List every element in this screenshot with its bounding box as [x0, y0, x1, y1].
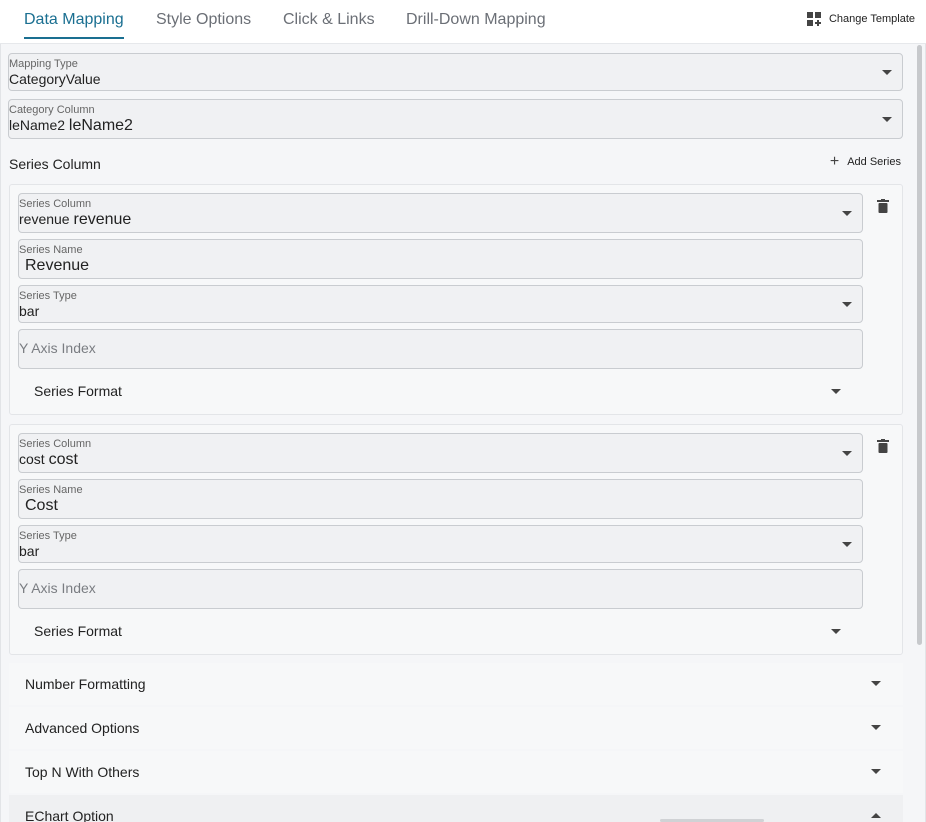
series-2-column-large: cost	[48, 451, 78, 468]
caret-down-icon	[842, 302, 852, 307]
mapping-type-label: Mapping Type	[9, 58, 78, 70]
tab-data-mapping[interactable]: Data Mapping	[24, 11, 124, 29]
series-2-format-toggle[interactable]: Series Format	[18, 610, 863, 650]
series-1-name-input[interactable]: Series Name Revenue	[18, 239, 863, 279]
series-column-title: Series Column	[9, 156, 101, 172]
series-1-format-label: Series Format	[34, 383, 122, 399]
caret-down-icon	[871, 725, 881, 730]
series-2-type-value: bar	[19, 543, 40, 559]
series-1-column-value: revenue revenue	[19, 211, 131, 228]
series-1-yaxis-input[interactable]: Y Axis Index	[18, 329, 863, 369]
caret-down-icon	[842, 542, 852, 547]
series-1-type-label: Series Type	[19, 290, 77, 302]
mapping-type-select[interactable]: Mapping Type CategoryValue	[8, 53, 903, 91]
series-1-format-toggle[interactable]: Series Format	[18, 370, 863, 410]
series-2-type-select[interactable]: Series Type bar	[18, 525, 863, 563]
series-1-name-value: Revenue	[25, 257, 89, 274]
series-1-type-value: bar	[19, 303, 40, 319]
caret-down-icon	[842, 451, 852, 456]
grid-plus-icon	[806, 12, 821, 26]
category-column-value: leName2 leName2	[9, 117, 133, 134]
echart-option-label: EChart Option	[25, 808, 114, 822]
category-column-label: Category Column	[9, 104, 95, 116]
vertical-scrollbar[interactable]	[917, 45, 922, 645]
series-2-type-label: Series Type	[19, 530, 77, 542]
series-2-column-small: cost	[19, 451, 45, 467]
category-column-value-large: leName2	[68, 117, 133, 134]
caret-down-icon	[842, 211, 852, 216]
top-n-label: Top N With Others	[25, 764, 140, 780]
caret-down-icon	[831, 389, 841, 394]
series-1-name-text: Revenue	[25, 257, 90, 274]
caret-down-icon	[882, 117, 892, 122]
tab-style-options[interactable]: Style Options	[156, 11, 251, 29]
trash-icon[interactable]	[877, 199, 889, 213]
series-2-name-input[interactable]: Series Name Cost	[18, 479, 863, 519]
series-2-yaxis-input[interactable]: Y Axis Index	[18, 569, 863, 609]
series-1-yaxis-placeholder: Y Axis Index	[19, 340, 96, 356]
caret-down-icon	[831, 629, 841, 634]
series-2-column-label: Series Column	[19, 438, 92, 450]
plus-icon: +	[829, 153, 840, 170]
tab-click-links[interactable]: Click & Links	[283, 11, 375, 29]
caret-down-icon	[882, 70, 892, 75]
active-tab-indicator	[24, 37, 124, 39]
trash-icon[interactable]	[877, 439, 889, 453]
add-series-label: Add Series	[847, 156, 901, 168]
series-2-name-label: Series Name	[19, 484, 83, 496]
series-2-format-label: Series Format	[34, 623, 122, 639]
series-1-column-select[interactable]: Series Column revenue revenue	[18, 193, 863, 233]
change-template-button[interactable]: Change Template	[806, 12, 915, 26]
caret-down-icon	[871, 769, 881, 774]
series-1-column-large: revenue	[73, 211, 132, 228]
series-1-column-label: Series Column	[19, 198, 92, 210]
category-column-select[interactable]: Category Column leName2 leName2	[8, 99, 903, 139]
top-n-section[interactable]: Top N With Others	[9, 751, 903, 793]
category-column-value-small: leName2	[9, 117, 66, 133]
mapping-type-value: CategoryValue	[9, 71, 101, 87]
advanced-options-label: Advanced Options	[25, 720, 140, 736]
tab-drill-down-mapping[interactable]: Drill-Down Mapping	[406, 11, 546, 29]
change-template-label: Change Template	[828, 13, 915, 25]
echart-option-section[interactable]: EChart Option	[9, 795, 903, 822]
series-1-name-label: Series Name	[19, 244, 83, 256]
series-2-yaxis-placeholder: Y Axis Index	[19, 580, 96, 596]
series-1-type-select[interactable]: Series Type bar	[18, 285, 863, 323]
caret-down-icon	[871, 681, 881, 686]
series-2-name-value: Cost	[25, 497, 58, 514]
caret-up-icon	[871, 813, 881, 818]
number-formatting-label: Number Formatting	[25, 676, 146, 692]
add-series-button[interactable]: + Add Series	[829, 153, 901, 170]
series-2-column-value: cost cost	[19, 451, 78, 468]
tab-bar: Data Mapping Style Options Click & Links…	[0, 0, 926, 44]
advanced-options-section[interactable]: Advanced Options	[9, 707, 903, 749]
series-1-column-small: revenue	[19, 211, 70, 227]
number-formatting-section[interactable]: Number Formatting	[9, 663, 903, 705]
series-2-name-text: Cost	[25, 497, 58, 514]
series-2-column-select[interactable]: Series Column cost cost	[18, 433, 863, 473]
